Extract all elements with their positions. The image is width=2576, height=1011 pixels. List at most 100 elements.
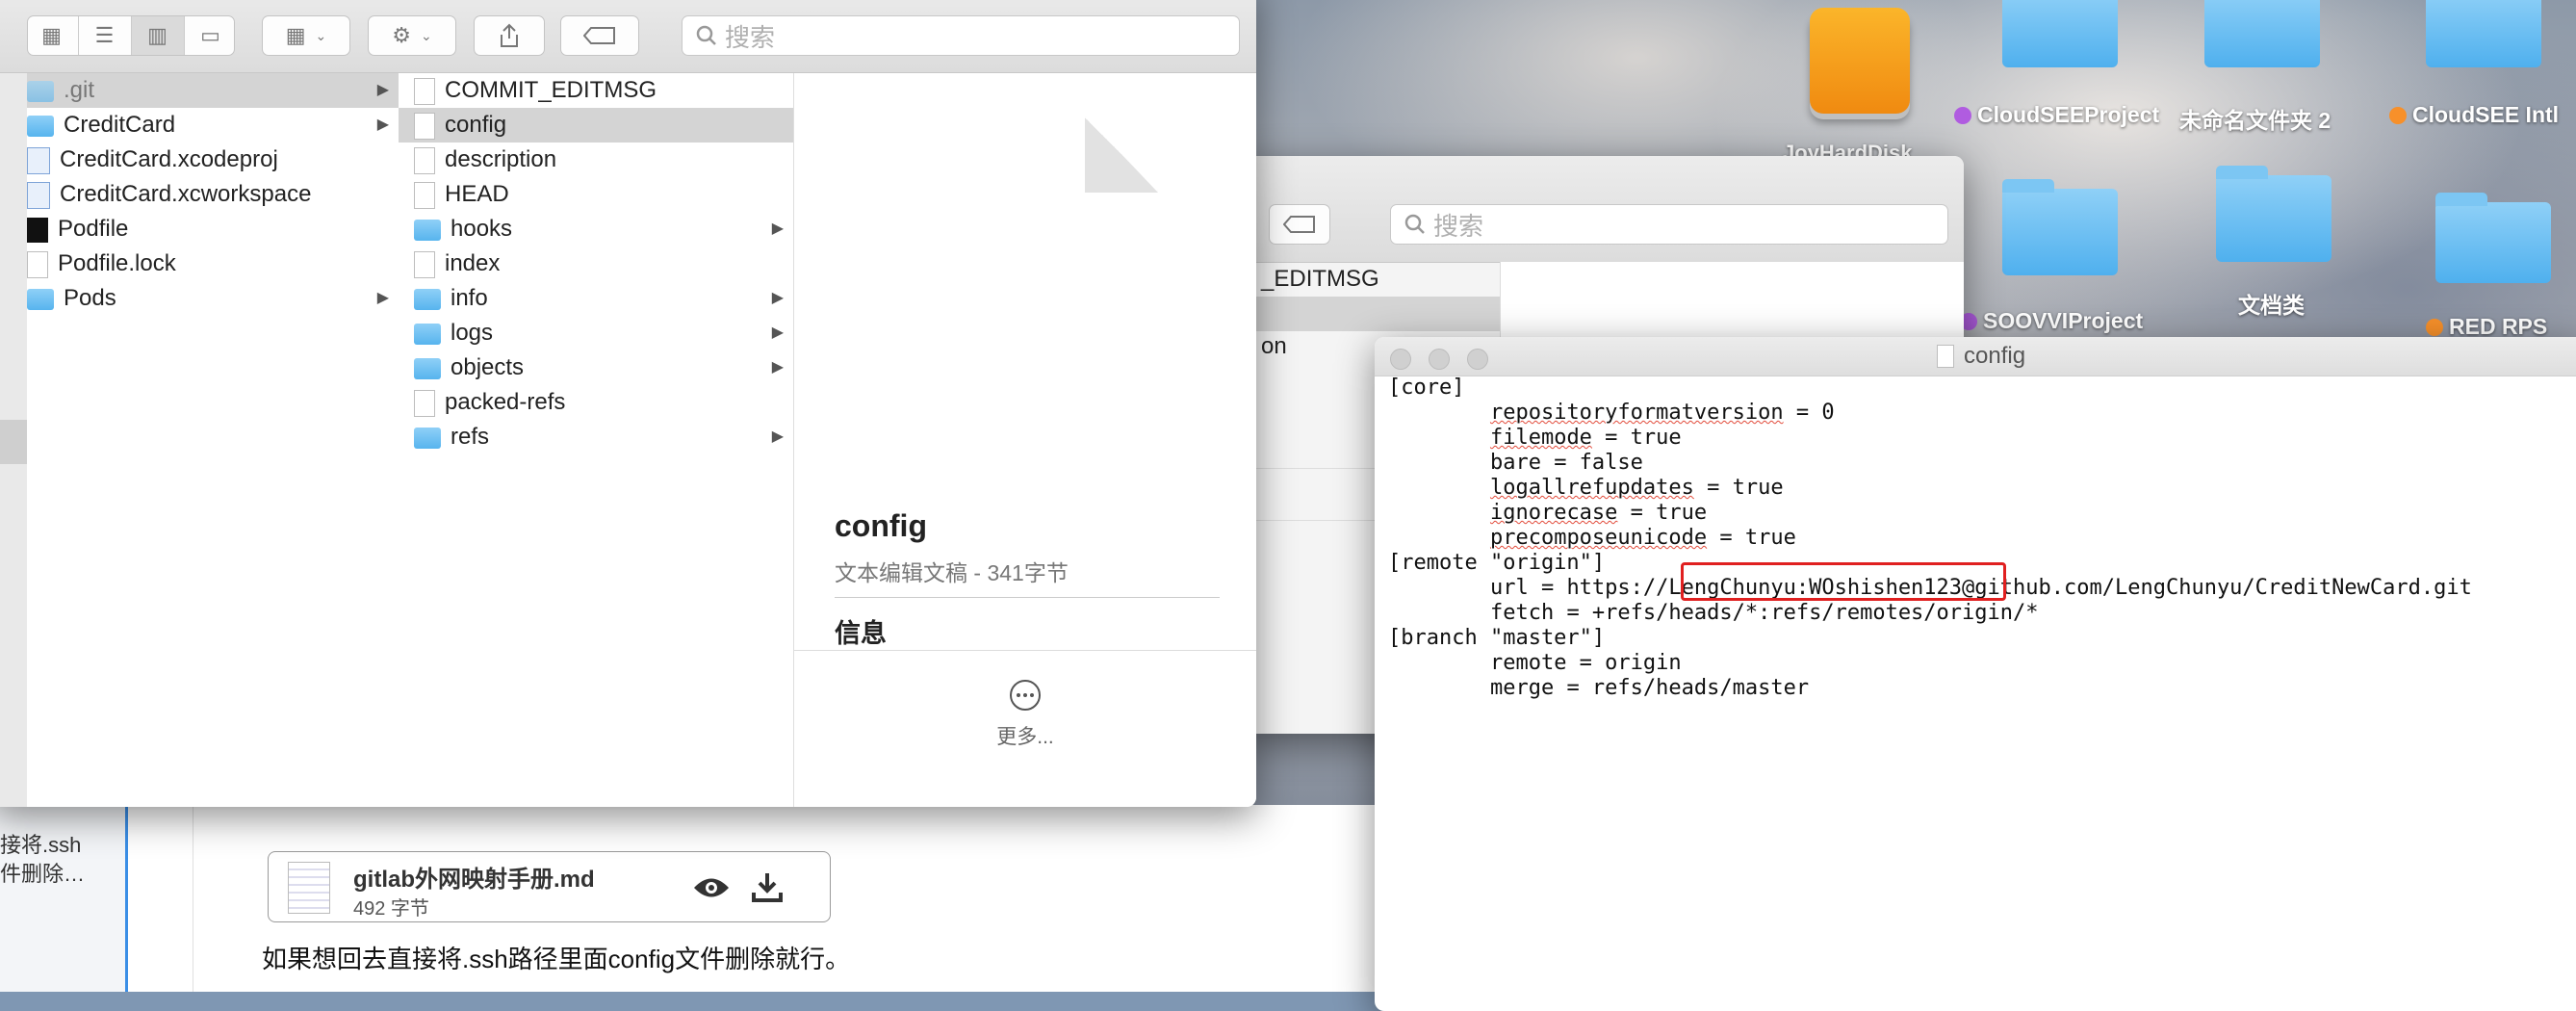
document-icon: [414, 389, 435, 417]
folder-icon: [414, 219, 441, 241]
chevron-right-icon: ▶: [771, 324, 784, 341]
item-label: packed-refs: [445, 389, 566, 415]
close-button[interactable]: [1390, 349, 1411, 370]
folder-icon: [2002, 0, 2118, 67]
folder-icon: [414, 357, 441, 379]
more-button[interactable]: 更多...: [967, 678, 1083, 750]
item-label: CreditCard: [64, 112, 176, 138]
list-item[interactable]: on: [1261, 329, 1287, 364]
list-item[interactable]: hooks ▶: [399, 212, 793, 246]
info-heading: 信息: [835, 619, 887, 648]
desktop-item-folder[interactable]: [2204, 0, 2330, 67]
tag-dot: [2389, 107, 2407, 124]
desktop-item-disk[interactable]: JoyHardDisk: [1783, 8, 1918, 165]
folder-icon: [414, 323, 441, 345]
minimize-button[interactable]: [1429, 349, 1450, 370]
document-icon: [414, 181, 435, 209]
group-button[interactable]: ▦ ⌄: [262, 15, 350, 56]
action-button[interactable]: ⚙ ⌄: [368, 15, 456, 56]
tag-button[interactable]: [560, 15, 639, 56]
sidebar[interactable]: [0, 73, 28, 807]
textedit-window[interactable]: config [core] repositoryformatversion = …: [1375, 337, 2576, 1011]
list-item[interactable]: COMMIT_EDITMSG: [399, 73, 793, 108]
desktop-item-folder[interactable]: [2002, 179, 2127, 275]
code-line: [core]: [1388, 376, 1465, 400]
tag-button[interactable]: [1269, 204, 1330, 245]
title-bar[interactable]: config: [1375, 337, 2576, 376]
chevron-down-icon: ⌄: [315, 27, 327, 43]
column-view-icon[interactable]: ▥: [131, 16, 185, 55]
desktop-item-folder[interactable]: [2216, 166, 2341, 262]
item-label: Pods: [64, 285, 116, 311]
search-input[interactable]: 搜索: [1390, 204, 1948, 245]
list-item-xcodeproj[interactable]: CreditCard.xcodeproj: [27, 143, 399, 177]
column-git[interactable]: COMMIT_EDITMSG config description HEAD h…: [399, 73, 794, 807]
list-item[interactable]: packed-refs: [399, 385, 793, 420]
view-switcher[interactable]: ▦ ☰ ▥ ▭: [27, 15, 235, 56]
chevron-right-icon: ▶: [771, 220, 784, 237]
list-item[interactable]: HEAD: [399, 177, 793, 212]
desktop-item-label: SOOVVIProject: [1960, 308, 2143, 334]
list-item[interactable]: index: [399, 246, 793, 281]
side-snippet: 件删除…: [0, 862, 86, 886]
code-line: repositoryformatversion = 0: [1489, 401, 1835, 425]
item-label: Podfile: [58, 216, 129, 242]
list-item-selected[interactable]: [1242, 297, 1500, 331]
preview-filename: config: [835, 508, 927, 543]
list-item-creditcard[interactable]: CreditCard ▶: [27, 108, 399, 143]
desktop-item-label: 未命名文件夹 2: [2179, 108, 2331, 133]
list-item-config[interactable]: config: [399, 108, 793, 143]
list-item[interactable]: info ▶: [399, 281, 793, 316]
attachment-card[interactable]: gitlab外网映射手册.md 492 字节: [268, 851, 831, 922]
tag-icon: [1283, 216, 1315, 233]
item-label: COMMIT_EDITMSG: [445, 77, 657, 103]
list-item-podfile[interactable]: Podfile: [27, 212, 399, 246]
list-item[interactable]: refs ▶: [399, 420, 793, 454]
item-label: config: [445, 112, 507, 138]
icon-view-icon[interactable]: ▦: [28, 16, 79, 55]
code-line: [branch "master"]: [1388, 626, 1606, 650]
preview-kind: 文本编辑文稿 - 341字节: [835, 560, 1069, 585]
eye-icon[interactable]: [692, 873, 731, 902]
code-line: precomposeunicode = true: [1489, 526, 1796, 550]
tag-dot: [1954, 107, 1971, 124]
list-view-icon[interactable]: ☰: [79, 16, 132, 55]
desktop-item-folder[interactable]: [2435, 193, 2561, 289]
gallery-view-icon[interactable]: ▭: [185, 16, 235, 55]
attachment-name[interactable]: gitlab外网映射手册.md: [353, 860, 595, 894]
item-label: objects: [451, 354, 525, 380]
item-label: CreditCard.xcworkspace: [60, 181, 312, 207]
list-item-git[interactable]: .git ▶: [27, 73, 399, 108]
desktop-item-label: CloudSEE Intl: [2389, 102, 2559, 128]
list-item[interactable]: description: [399, 143, 793, 177]
folder-icon: [27, 115, 54, 137]
share-button[interactable]: [474, 15, 545, 56]
item-label: index: [445, 250, 501, 276]
text-editor-content[interactable]: [core] repositoryformatversion = 0 filem…: [1388, 376, 2472, 701]
list-item[interactable]: _EDITMSG: [1261, 262, 1379, 297]
folder-icon: [414, 427, 441, 449]
item-label: hooks: [451, 216, 513, 242]
column-project[interactable]: .git ▶ CreditCard ▶ CreditCard.xcodeproj C…: [27, 73, 399, 807]
search-input[interactable]: 搜索: [682, 15, 1240, 56]
item-label: .git: [64, 77, 95, 103]
zoom-button[interactable]: [1467, 349, 1488, 370]
more-icon: [1010, 680, 1041, 711]
list-item-xcworkspace[interactable]: CreditCard.xcworkspace: [27, 177, 399, 212]
sidebar-item-selected[interactable]: [0, 420, 27, 464]
folder-icon: [2216, 166, 2331, 262]
code-line: [remote "origin"]: [1388, 551, 1606, 575]
list-item[interactable]: logs ▶: [399, 316, 793, 350]
download-icon[interactable]: [750, 869, 785, 904]
tag-dot: [2426, 319, 2443, 336]
list-item-pods[interactable]: Pods ▶: [27, 281, 399, 316]
desktop-item-folder[interactable]: [2002, 0, 2127, 67]
list-item-podfile-lock[interactable]: Podfile.lock: [27, 246, 399, 281]
desktop-item-folder[interactable]: [2426, 0, 2551, 67]
chevron-right-icon: ▶: [376, 290, 389, 306]
finder-window[interactable]: ▦ ☰ ▥ ▭ ▦ ⌄ ⚙ ⌄ 搜索 .git ▶ CreditCard ▶ C…: [0, 0, 1256, 807]
search-icon: [1404, 214, 1425, 234]
item-label: description: [445, 146, 557, 172]
item-label: logs: [451, 320, 494, 346]
list-item[interactable]: objects ▶: [399, 350, 793, 385]
